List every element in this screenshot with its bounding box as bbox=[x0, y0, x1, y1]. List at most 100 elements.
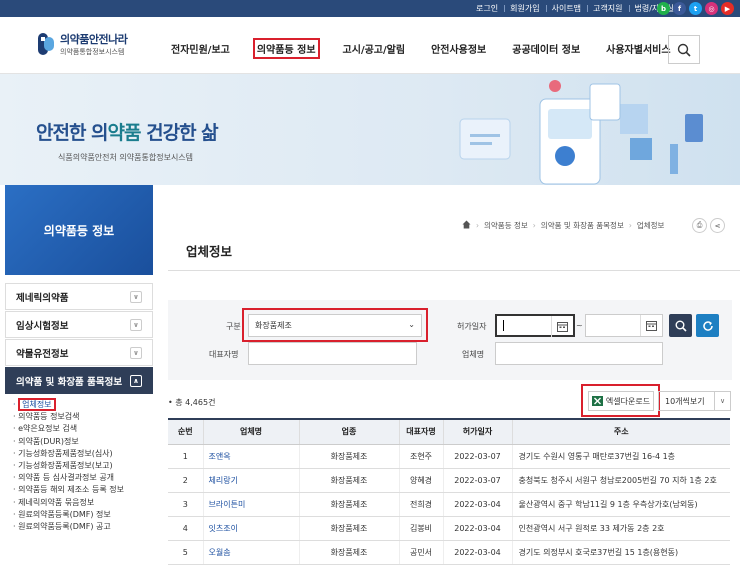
cell-rep: 양혜경 bbox=[398, 468, 443, 493]
header-search-button[interactable] bbox=[668, 35, 700, 64]
table-header-row: 순번 업체명 업종 대표자명 허가일자 주소 bbox=[168, 418, 730, 445]
chevron-down-icon: ∨ bbox=[130, 346, 142, 359]
cell-company-link[interactable]: 조앤옥 bbox=[202, 444, 299, 469]
logo-subtitle: 의약품통합정보시스템 bbox=[60, 48, 125, 56]
lnb-sub-dmf-notice[interactable]: 원료의약품등록(DMF) 공고 bbox=[13, 521, 153, 533]
cell-address: 경기도 의정부시 호국로37번길 15 1층(용현동) bbox=[511, 540, 730, 565]
reset-button[interactable] bbox=[696, 314, 719, 337]
cell-company-link[interactable]: 브라이튼미 bbox=[202, 492, 299, 517]
sitemap-link[interactable]: 사이트맵 bbox=[545, 3, 587, 14]
cell-rep: 김봉비 bbox=[398, 516, 443, 541]
lnb-sub-functional-report[interactable]: 기능성화장품제품정보(보고) bbox=[13, 460, 153, 472]
nav-e-petition[interactable]: 전자민원/보고 bbox=[168, 39, 233, 59]
site-header: 의약품안전나라 의약품통합정보시스템 전자민원/보고 의약품등 정보 고시/공고… bbox=[0, 17, 740, 74]
lnb-sub-review-results[interactable]: 의약품 등 심사결과정보 공개 bbox=[13, 472, 153, 484]
lnb-sub-generic-bundle[interactable]: 제네릭의약품 묶음정보 bbox=[13, 497, 153, 509]
facebook-icon[interactable]: f bbox=[673, 2, 686, 15]
print-icon[interactable]: ⎙ bbox=[692, 218, 707, 233]
breadcrumb-item[interactable]: 업체정보 bbox=[637, 220, 665, 231]
nav-drug-info[interactable]: 의약품등 정보 bbox=[252, 38, 320, 59]
rep-name-input[interactable] bbox=[248, 342, 417, 365]
cell-address: 경기도 수원시 영통구 매탄로37번길 16-4 1층 bbox=[511, 444, 730, 469]
page-size-select[interactable]: 10개씩보기 ∨ bbox=[658, 391, 731, 411]
youtube-icon[interactable]: ▶ bbox=[721, 2, 734, 15]
col-no[interactable]: 순번 bbox=[168, 418, 203, 445]
col-address[interactable]: 주소 bbox=[511, 418, 730, 445]
cell-industry: 화장품제조 bbox=[298, 444, 399, 469]
main-nav: 전자민원/보고 의약품등 정보 고시/공고/알림 안전사용정보 공공데이터 정보… bbox=[168, 38, 694, 59]
chevron-right-icon: › bbox=[532, 221, 536, 230]
lnb-item-clinical[interactable]: 임상시험정보 ∨ bbox=[5, 311, 153, 338]
share-icon[interactable]: ⋖ bbox=[710, 218, 725, 233]
col-date[interactable]: 허가일자 bbox=[442, 418, 512, 445]
nav-safety-info[interactable]: 안전사용정보 bbox=[428, 39, 489, 59]
login-link[interactable]: 로그인 bbox=[470, 3, 504, 14]
col-company[interactable]: 업체명 bbox=[202, 418, 299, 445]
rep-name-label: 대표자명 bbox=[209, 350, 239, 359]
breadcrumb-item[interactable]: 의약품등 정보 bbox=[484, 220, 528, 231]
hero-banner: 안전한 의약품 건강한 삶 식품의약품안전처 의약품통합정보시스템 bbox=[0, 74, 740, 185]
page-tools: ⎙ ⋖ bbox=[692, 218, 725, 233]
cell-date: 2022-03-07 bbox=[442, 444, 512, 469]
support-link[interactable]: 고객지원 bbox=[587, 3, 628, 14]
cell-no: 2 bbox=[168, 468, 203, 493]
hero-illustration bbox=[459, 80, 703, 185]
date-from-input[interactable] bbox=[495, 314, 575, 337]
category-highlight bbox=[242, 308, 428, 342]
lnb-sub-drug-search[interactable]: 의약품등 정보검색 bbox=[13, 411, 153, 423]
nav-notices[interactable]: 고시/공고/알림 bbox=[340, 39, 409, 59]
nav-user-services[interactable]: 사용자별서비스 bbox=[603, 39, 673, 59]
cell-no: 4 bbox=[168, 516, 203, 541]
lnb-sub-dmf-info[interactable]: 원료의약품등록(DMF) 정보 bbox=[13, 509, 153, 521]
col-industry[interactable]: 업종 bbox=[298, 418, 399, 445]
lnb-sub-functional-review[interactable]: 기능성화장품제품정보(심사) bbox=[13, 448, 153, 460]
breadcrumb: › 의약품등 정보 › 의약품 및 화장품 품목정보 › 업체정보 bbox=[462, 220, 669, 231]
cell-industry: 화장품제조 bbox=[298, 540, 399, 565]
company-name-input[interactable] bbox=[495, 342, 663, 365]
cell-no: 5 bbox=[168, 540, 203, 565]
lnb-item-product-info[interactable]: 의약품 및 화장품 품목정보 ∧ bbox=[5, 367, 153, 394]
calendar-icon[interactable] bbox=[551, 316, 573, 337]
cell-company-link[interactable]: 체리랑기 bbox=[202, 468, 299, 493]
cell-company-link[interactable]: 오월솜 bbox=[202, 540, 299, 565]
blog-icon[interactable]: b bbox=[657, 2, 670, 15]
lnb-item-generic[interactable]: 제네릭의약품 ∨ bbox=[5, 283, 153, 310]
cell-address: 충청북도 청주시 서원구 청남로2005번길 70 지하 1층 2호 bbox=[511, 468, 730, 493]
cell-no: 3 bbox=[168, 492, 203, 517]
top-utility-bar: 로그인 회원가입 사이트맵 고객지원 법령/자료실 b f t ◎ ▶ bbox=[0, 0, 740, 17]
lnb-sub-dur[interactable]: 의약품(DUR)정보 bbox=[13, 436, 153, 448]
sns-links: b f t ◎ ▶ bbox=[657, 2, 734, 15]
search-button[interactable] bbox=[669, 314, 692, 337]
lnb-item-pharmacogenomics[interactable]: 약물유전정보 ∨ bbox=[5, 339, 153, 366]
chevron-up-icon: ∧ bbox=[130, 374, 142, 387]
nav-public-data[interactable]: 공공데이터 정보 bbox=[509, 39, 583, 59]
breadcrumb-item[interactable]: 의약품 및 화장품 품목정보 bbox=[541, 220, 624, 231]
cell-date: 2022-03-04 bbox=[442, 516, 512, 541]
chevron-right-icon: › bbox=[628, 221, 632, 230]
refresh-icon bbox=[702, 320, 713, 331]
chevron-down-icon: ∨ bbox=[714, 392, 730, 410]
lnb-sub-foreign-site[interactable]: 의약품등 해외 제조소 등록 정보 bbox=[13, 484, 153, 496]
cell-date: 2022-03-04 bbox=[442, 492, 512, 517]
calendar-icon[interactable] bbox=[640, 315, 662, 336]
home-icon[interactable] bbox=[462, 220, 471, 231]
cell-address: 울산광역시 중구 학남11길 9 1층 우측상가호(남외동) bbox=[511, 492, 730, 517]
category-label: 구분 bbox=[226, 322, 241, 331]
cell-date: 2022-03-04 bbox=[442, 540, 512, 565]
chevron-down-icon: ∨ bbox=[130, 318, 142, 331]
col-rep[interactable]: 대표자명 bbox=[398, 418, 443, 445]
lnb-sub-company-info[interactable]: 업체정보 bbox=[13, 398, 153, 411]
cell-company-link[interactable]: 잇츠조이 bbox=[202, 516, 299, 541]
lnb-sub-easy-drug[interactable]: e약은요정보 검색 bbox=[13, 423, 153, 435]
cell-rep: 전희경 bbox=[398, 492, 443, 517]
date-to-input[interactable] bbox=[585, 314, 663, 337]
instagram-icon[interactable]: ◎ bbox=[705, 2, 718, 15]
excel-highlight bbox=[581, 384, 660, 417]
cell-address: 인천광역시 서구 원적로 33 제가동 2층 2호 bbox=[511, 516, 730, 541]
twitter-icon[interactable]: t bbox=[689, 2, 702, 15]
chevron-down-icon: ∨ bbox=[130, 290, 142, 303]
result-count: 총 4,465건 bbox=[168, 397, 215, 408]
signup-link[interactable]: 회원가입 bbox=[504, 3, 545, 14]
search-panel: 구분 화장품제조 ⌄ 허가일자 ~ 대표자명 업체명 bbox=[168, 300, 732, 380]
site-logo[interactable]: 의약품안전나라 의약품통합정보시스템 bbox=[36, 31, 128, 57]
